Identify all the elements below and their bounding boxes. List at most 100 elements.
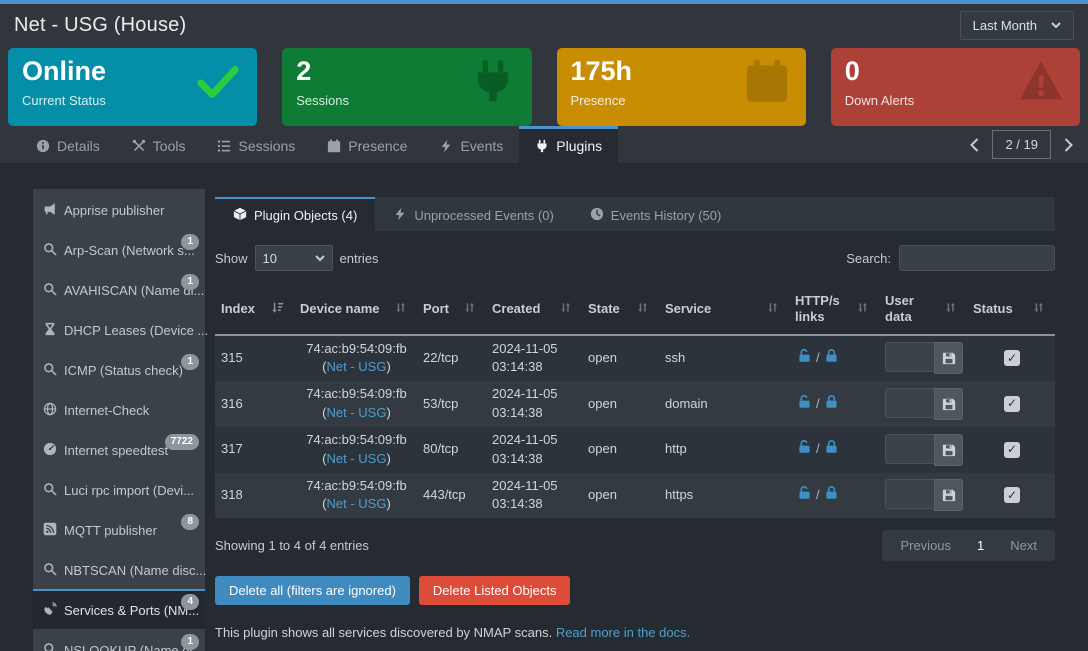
unlock-icon[interactable]: [797, 348, 812, 369]
column-header[interactable]: Index: [215, 283, 294, 334]
plugin-tab[interactable]: Events History (50): [572, 197, 740, 231]
user-data-input[interactable]: [885, 342, 934, 372]
period-selector[interactable]: Last Month: [960, 11, 1074, 40]
plugin-tab[interactable]: Plugin Objects (4): [215, 197, 375, 231]
page-header: Net - USG (House) Last Month: [0, 4, 1088, 46]
status-checkbox[interactable]: ✓: [1004, 396, 1020, 412]
sidebar-item-label: DHCP Leases (Device ...: [64, 323, 208, 338]
status-checkbox[interactable]: ✓: [1004, 442, 1020, 458]
status-cards: Online Current Status 2 Sessions: [8, 48, 1080, 126]
search-icon: [43, 282, 57, 296]
pagination-page-1[interactable]: 1: [965, 538, 996, 553]
nav-tab[interactable]: Sessions: [201, 126, 311, 163]
save-button[interactable]: [934, 342, 963, 374]
globe-icon: [43, 402, 57, 416]
rss-icon: [43, 522, 57, 536]
column-header-label: HTTP/s links: [795, 293, 856, 326]
pagination-previous[interactable]: Previous: [886, 538, 965, 553]
unlock-icon[interactable]: [797, 439, 812, 460]
chevron-right-icon[interactable]: [1063, 138, 1074, 152]
column-header[interactable]: State: [582, 283, 659, 334]
device-mac: 74:ac:b9:54:09:fb: [300, 385, 413, 404]
sidebar-plugin-item[interactable]: AVAHISCAN (Name di... 1: [33, 269, 205, 309]
status-card: 0 Down Alerts: [831, 48, 1080, 126]
pagination-next[interactable]: Next: [996, 538, 1051, 553]
cell-device-name: 74:ac:b9:54:09:fb (Net - USG): [294, 427, 417, 473]
nav-tab-icon: [439, 139, 453, 153]
status-checkbox[interactable]: ✓: [1004, 487, 1020, 503]
delete-listed-button[interactable]: Delete Listed Objects: [419, 576, 571, 605]
user-data-input[interactable]: [885, 434, 934, 464]
device-net-link[interactable]: Net - USG: [327, 359, 387, 374]
chevron-left-icon[interactable]: [969, 138, 980, 152]
sidebar-plugin-item[interactable]: Services & Ports (NM... 4: [33, 589, 205, 629]
unlock-icon[interactable]: [797, 394, 812, 415]
docs-link[interactable]: Read more in the docs.: [556, 625, 690, 640]
sidebar-plugin-item[interactable]: ICMP (Status check) 1: [33, 349, 205, 389]
nav-tab-icon: [132, 139, 146, 153]
sidebar-plugin-item[interactable]: Internet-Check: [33, 389, 205, 429]
nav-tab[interactable]: Details: [20, 126, 116, 163]
cell-created: 2024-11-05 03:14:38: [486, 336, 582, 382]
pagination: Previous 1 Next: [882, 530, 1055, 561]
sidebar-plugin-item[interactable]: NBTSCAN (Name disc...: [33, 549, 205, 589]
status-checkbox[interactable]: ✓: [1004, 350, 1020, 366]
calendar-icon: [744, 58, 790, 104]
cell-port: 22/tcp: [417, 345, 486, 372]
save-button[interactable]: [934, 434, 963, 466]
nav-tab[interactable]: Tools: [116, 126, 202, 163]
plug-icon: [470, 58, 516, 104]
cell-index: 318: [215, 482, 294, 509]
card-icon: [1018, 58, 1064, 104]
sidebar-item-icon: [43, 642, 57, 651]
device-net-link[interactable]: Net - USG: [327, 405, 387, 420]
sidebar-plugin-item[interactable]: Luci rpc import (Devi...: [33, 469, 205, 509]
lock-icon[interactable]: [824, 439, 839, 460]
sidebar-plugin-item[interactable]: DHCP Leases (Device ...: [33, 309, 205, 349]
cell-port: 53/tcp: [417, 391, 486, 418]
sidebar-plugin-item[interactable]: NSLOOKUP (Name di... 1: [33, 629, 205, 651]
table-row: 315 74:ac:b9:54:09:fb (Net - USG) 22/tcp…: [215, 336, 1055, 382]
column-header[interactable]: User data: [879, 283, 967, 334]
search-icon: [43, 242, 57, 256]
cell-http-links: /: [789, 435, 879, 464]
sidebar-item-label: Services & Ports (NM...: [64, 603, 199, 618]
sidebar-item-badge: 1: [181, 354, 199, 370]
search-input[interactable]: [899, 245, 1055, 271]
sort-icon: [766, 301, 779, 318]
cell-status: ✓: [967, 346, 1055, 370]
lock-icon[interactable]: [824, 348, 839, 369]
cell-state: open: [582, 391, 659, 418]
plugin-tab[interactable]: Unprocessed Events (0): [375, 197, 571, 231]
column-header[interactable]: HTTP/s links: [789, 283, 879, 334]
device-net-link[interactable]: Net - USG: [327, 451, 387, 466]
sidebar-plugin-item[interactable]: Internet speedtest 7722: [33, 429, 205, 469]
sidebar-plugin-item[interactable]: Arp-Scan (Network s... 1: [33, 229, 205, 269]
lock-icon[interactable]: [824, 394, 839, 415]
column-header[interactable]: Service: [659, 283, 789, 334]
nav-tab[interactable]: Presence: [311, 126, 423, 163]
column-header[interactable]: Created: [486, 283, 582, 334]
page-length-select[interactable]: 10: [255, 245, 333, 271]
nav-tab[interactable]: Events: [423, 126, 519, 163]
user-data-input[interactable]: [885, 388, 934, 418]
column-header[interactable]: Status: [967, 283, 1055, 334]
user-data-input[interactable]: [885, 479, 934, 509]
table-body: 315 74:ac:b9:54:09:fb (Net - USG) 22/tcp…: [215, 336, 1055, 519]
column-header[interactable]: Port: [417, 283, 486, 334]
delete-all-button[interactable]: Delete all (filters are ignored): [215, 576, 410, 605]
sidebar-plugin-item[interactable]: Apprise publisher: [33, 189, 205, 229]
save-button[interactable]: [934, 388, 963, 420]
floppy-save-icon: [942, 488, 956, 502]
column-header[interactable]: Device name: [294, 283, 417, 334]
device-net-link[interactable]: Net - USG: [327, 496, 387, 511]
save-button[interactable]: [934, 479, 963, 511]
page-title: Net - USG (House): [14, 14, 186, 37]
sidebar-plugin-item[interactable]: MQTT publisher 8: [33, 509, 205, 549]
nav-tab[interactable]: Plugins: [519, 126, 618, 163]
lock-icon[interactable]: [824, 485, 839, 506]
column-header-label: Service: [665, 301, 711, 317]
sidebar-item-badge: 1: [181, 234, 199, 250]
cell-http-links: /: [789, 344, 879, 373]
unlock-icon[interactable]: [797, 485, 812, 506]
